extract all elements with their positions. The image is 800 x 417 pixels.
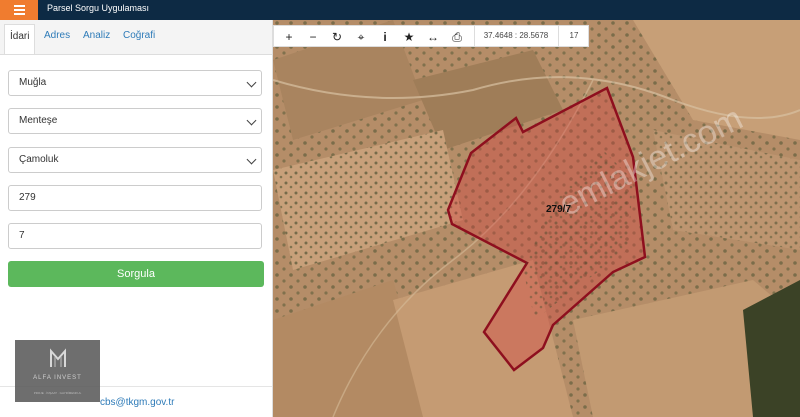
zoom-out-button[interactable]: − — [302, 27, 324, 47]
favorite-button[interactable]: ★ — [398, 27, 420, 47]
satellite-image — [273, 20, 800, 417]
chevron-down-icon — [246, 154, 257, 165]
map-view[interactable]: emlakjet.com 279/7 — [273, 20, 800, 417]
tab-idari[interactable]: İdari — [4, 24, 36, 54]
query-button[interactable]: Sorgula — [8, 261, 264, 287]
locate-button[interactable]: ⌖ — [350, 27, 372, 47]
star-icon: ★ — [403, 30, 415, 44]
print-button[interactable]: ⎙ — [446, 27, 468, 47]
district-select[interactable]: Menteşe — [8, 108, 262, 134]
province-select[interactable]: Muğla — [8, 70, 262, 96]
logo-name: ALFA INVEST — [33, 375, 82, 381]
menu-button[interactable] — [0, 0, 38, 20]
refresh-button[interactable]: ↻ — [326, 27, 348, 47]
block-input[interactable]: 279 — [8, 185, 262, 211]
logo-mark-icon — [50, 348, 66, 367]
zoom-level: 17 — [558, 26, 589, 46]
footer-email-link[interactable]: cbs@tkgm.gov.tr — [100, 397, 174, 408]
info-icon: i — [383, 30, 387, 44]
watermark-logo: ALFA INVEST PROJE · İNŞAAT · GAYRİMENKUL — [15, 340, 100, 402]
block-value: 279 — [19, 192, 36, 203]
app-title: Parsel Sorgu Uygulaması — [47, 3, 150, 13]
chevron-down-icon — [246, 115, 257, 126]
print-icon: ⎙ — [452, 30, 462, 44]
sidebar: İdari Adres Analiz Coğrafi Muğla Menteşe… — [0, 20, 273, 417]
tab-cografi[interactable]: Coğrafi — [123, 30, 155, 41]
info-button[interactable]: i — [374, 27, 396, 47]
neighborhood-select[interactable]: Çamoluk — [8, 147, 262, 173]
minus-icon: − — [309, 30, 317, 44]
top-bar: Parsel Sorgu Uygulaması — [0, 0, 800, 20]
plus-icon: + — [285, 30, 293, 44]
refresh-icon: ↻ — [331, 30, 343, 44]
neighborhood-value: Çamoluk — [19, 154, 59, 165]
tab-adres[interactable]: Adres — [44, 30, 70, 41]
hamburger-icon — [13, 5, 25, 7]
parcel-value: 7 — [19, 230, 25, 241]
chevron-down-icon — [246, 77, 257, 88]
tab-bar: İdari Adres Analiz Coğrafi — [0, 20, 272, 55]
coordinate-readout: 37.4648 : 28.5678 — [474, 26, 557, 46]
map-toolbar: + − ↻ ⌖ i ★ ↔ ⎙ 37.4648 : 28.5678 17 — [273, 25, 589, 47]
measure-button[interactable]: ↔ — [422, 27, 444, 47]
province-value: Muğla — [19, 77, 47, 88]
logo-tagline: PROJE · İNŞAAT · GAYRİMENKUL — [33, 391, 82, 395]
locate-icon: ⌖ — [357, 30, 365, 44]
parcel-input[interactable]: 7 — [8, 223, 262, 249]
parcel-label: 279/7 — [546, 204, 572, 215]
measure-icon: ↔ — [427, 30, 439, 44]
tab-analiz[interactable]: Analiz — [83, 30, 110, 41]
district-value: Menteşe — [19, 115, 58, 126]
zoom-in-button[interactable]: + — [278, 27, 300, 47]
